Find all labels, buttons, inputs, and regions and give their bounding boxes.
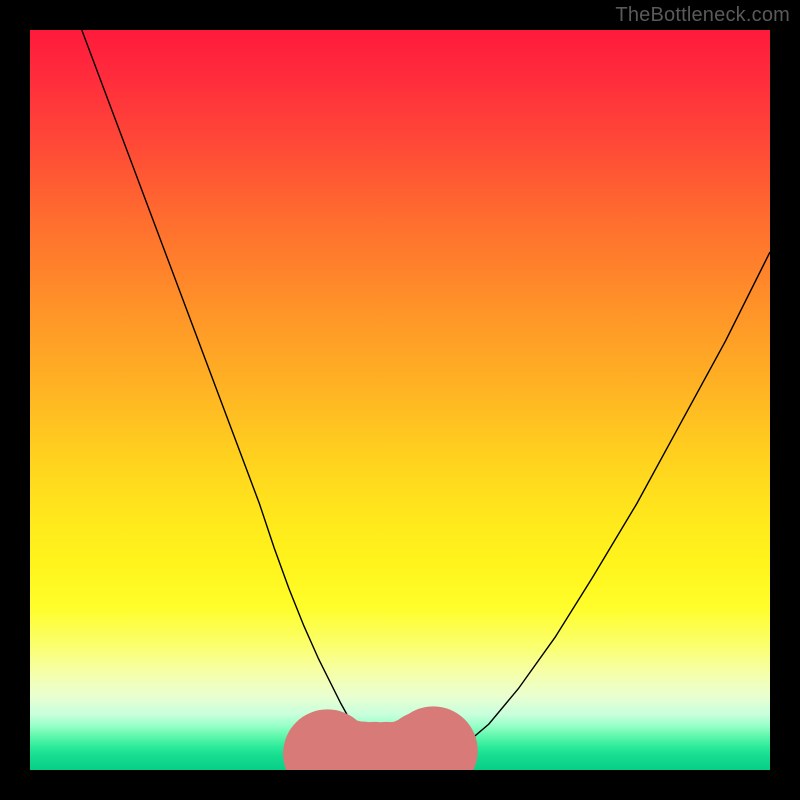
bottom-marker-dot <box>389 706 478 770</box>
bottleneck-curve <box>82 30 770 766</box>
chart-svg <box>30 30 770 770</box>
chart-frame: TheBottleneck.com <box>0 0 800 800</box>
bottom-markers-group <box>283 706 478 770</box>
plot-area <box>30 30 770 770</box>
watermark-text: TheBottleneck.com <box>615 4 790 27</box>
